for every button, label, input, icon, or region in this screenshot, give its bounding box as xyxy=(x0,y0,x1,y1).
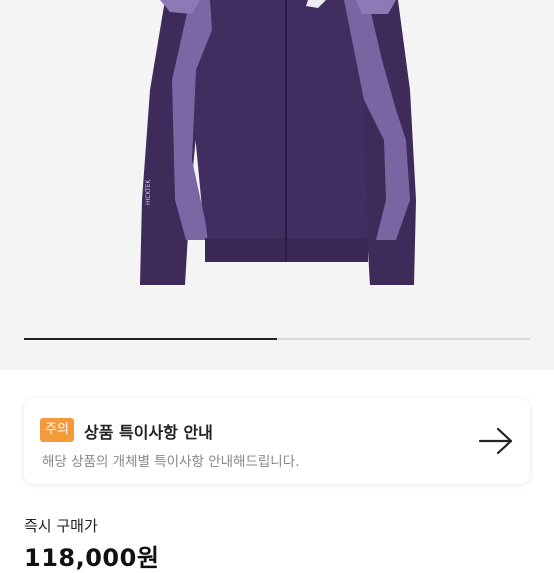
notice-title: 상품 특이사항 안내 xyxy=(84,423,213,442)
sleeve-brand-text: HICKTEK xyxy=(145,179,152,205)
instant-buy-price-value: 118,000원 xyxy=(24,544,160,572)
notice-card[interactable]: 주의 상품 특이사항 안내 해당 상품의 개체별 특이사항 안내해드립니다. xyxy=(24,398,530,484)
instant-buy-price-label: 즉시 구매가 xyxy=(24,517,98,535)
product-jacket-image: HICKTEK xyxy=(140,0,416,285)
product-image-area[interactable]: HICKTEK xyxy=(0,0,554,370)
notice-description: 해당 상품의 개체별 특이사항 안내해드립니다. xyxy=(42,454,300,470)
arrow-right-icon[interactable] xyxy=(478,426,514,460)
warning-badge: 주의 xyxy=(40,418,74,442)
carousel-progress xyxy=(24,338,530,340)
carousel-progress-fill xyxy=(24,338,277,340)
